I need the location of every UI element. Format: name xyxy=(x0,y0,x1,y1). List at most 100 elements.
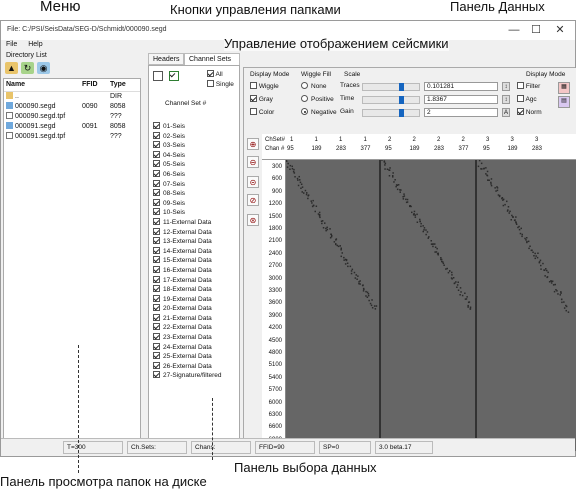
agc-option[interactable]: Agc xyxy=(517,95,537,103)
norm-checkbox[interactable] xyxy=(517,108,524,115)
channel-set-checkbox[interactable] xyxy=(153,313,160,321)
list-item[interactable]: 02-Seis xyxy=(153,131,239,142)
time-slider-thumb[interactable] xyxy=(399,96,404,104)
list-item[interactable]: 17-External Data xyxy=(153,275,239,286)
gain-value[interactable]: 2 xyxy=(424,108,498,117)
list-item[interactable]: 16-External Data xyxy=(153,265,239,276)
channel-set-checkbox[interactable] xyxy=(153,217,160,225)
color-checkbox[interactable] xyxy=(250,108,257,115)
channel-set-checkbox[interactable] xyxy=(153,237,160,245)
list-item[interactable]: 12-External Data xyxy=(153,227,239,238)
channel-set-checkbox[interactable] xyxy=(153,342,160,350)
list-item[interactable]: 24-External Data xyxy=(153,342,239,353)
tab-channel-sets[interactable]: Channel Sets xyxy=(184,53,240,65)
list-item[interactable]: 18-External Data xyxy=(153,285,239,295)
list-item[interactable]: 19-External Data xyxy=(153,294,239,305)
channel-set-checkbox[interactable] xyxy=(153,323,160,331)
column-name[interactable]: Name xyxy=(4,79,80,92)
column-type[interactable]: Type xyxy=(108,79,140,92)
menu-help[interactable]: Help xyxy=(28,41,42,48)
list-item[interactable]: 10-Seis xyxy=(153,208,239,218)
print-button[interactable]: ▤ xyxy=(558,96,570,108)
list-item[interactable]: 01-Seis xyxy=(153,122,239,132)
list-item[interactable]: 06-Seis xyxy=(153,169,239,180)
channel-set-checkbox[interactable] xyxy=(153,131,160,139)
seismic-plot[interactable] xyxy=(285,157,576,451)
channel-set-checkbox[interactable] xyxy=(153,208,160,216)
channel-set-checkbox[interactable] xyxy=(153,150,160,158)
norm-option[interactable]: Norm xyxy=(517,108,542,116)
fill-none-option[interactable]: None xyxy=(301,82,327,90)
list-item[interactable]: 08-Seis xyxy=(153,189,239,199)
fill-none-radio[interactable] xyxy=(301,82,308,89)
gain-step-button[interactable]: A xyxy=(502,108,510,117)
channel-set-checkbox[interactable] xyxy=(153,352,160,360)
list-item[interactable]: 13-External Data xyxy=(153,237,239,247)
channel-set-checkbox[interactable] xyxy=(153,304,160,312)
channel-set-checkbox[interactable] xyxy=(153,246,160,254)
list-item[interactable]: 14-External Data xyxy=(153,246,239,257)
gray-option[interactable]: Gray xyxy=(250,95,273,103)
fill-positive-option[interactable]: Positive xyxy=(301,95,334,103)
close-button[interactable]: ✕ xyxy=(551,23,569,37)
all-option[interactable]: All xyxy=(207,70,223,78)
all-checkbox[interactable] xyxy=(207,70,214,77)
gain-slider-thumb[interactable] xyxy=(399,109,404,117)
channel-set-checkbox[interactable] xyxy=(153,141,160,149)
channel-set-checkbox[interactable] xyxy=(153,189,160,197)
channel-set-checkbox[interactable] xyxy=(153,122,160,129)
table-row[interactable]: 000091.segd.tpf ??? xyxy=(4,131,140,141)
list-item[interactable]: 22-External Data xyxy=(153,323,239,333)
wiggle-option[interactable]: Wiggle xyxy=(250,82,279,90)
refresh-button[interactable]: ↻ xyxy=(21,62,34,74)
filter-checkbox[interactable] xyxy=(517,82,524,89)
agc-checkbox[interactable] xyxy=(517,95,524,102)
list-item[interactable]: 09-Seis xyxy=(153,198,239,209)
list-item[interactable]: 07-Seis xyxy=(153,179,239,190)
traces-slider[interactable] xyxy=(362,83,420,91)
table-row[interactable]: 000090.segd.tpf ??? xyxy=(4,111,140,121)
time-value[interactable]: 1.8367 xyxy=(424,95,498,104)
traces-slider-thumb[interactable] xyxy=(399,83,404,91)
color-option[interactable]: Color xyxy=(250,108,274,116)
list-item[interactable]: 23-External Data xyxy=(153,333,239,343)
select-none-button[interactable] xyxy=(153,71,163,81)
gray-checkbox[interactable] xyxy=(250,95,257,102)
list-item[interactable]: 15-External Data xyxy=(153,256,239,266)
channel-set-checkbox[interactable] xyxy=(153,256,160,264)
tab-headers[interactable]: Headers xyxy=(148,53,184,65)
table-row[interactable]: 000091.segd 0091 8058 xyxy=(4,121,140,131)
zoom-horizontal-button[interactable]: ⊝ xyxy=(247,176,259,188)
channel-set-checkbox[interactable] xyxy=(153,227,160,235)
time-slider[interactable] xyxy=(362,96,420,104)
channel-set-checkbox[interactable] xyxy=(153,285,160,293)
channel-set-checkbox[interactable] xyxy=(153,333,160,341)
fill-negative-option[interactable]: Negative xyxy=(301,108,337,116)
list-item[interactable]: 25-External Data xyxy=(153,352,239,362)
table-row[interactable]: .. DIR xyxy=(4,91,140,101)
list-item[interactable]: 05-Seis xyxy=(153,160,239,170)
maximize-button[interactable]: ☐ xyxy=(527,23,545,37)
channel-set-checkbox[interactable] xyxy=(153,160,160,168)
zoom-vertical-button[interactable]: ⊘ xyxy=(247,194,259,206)
channel-set-checkbox[interactable] xyxy=(153,275,160,283)
list-item[interactable]: 21-External Data xyxy=(153,313,239,324)
time-step-button[interactable]: ↕ xyxy=(502,95,510,104)
zoom-in-button[interactable]: ⊕ xyxy=(247,138,259,150)
fill-negative-radio[interactable] xyxy=(301,108,308,115)
fill-positive-radio[interactable] xyxy=(301,95,308,102)
list-item[interactable]: 26-External Data xyxy=(153,361,239,372)
menu-file[interactable]: File xyxy=(6,41,17,48)
channel-set-checkbox[interactable] xyxy=(153,294,160,302)
list-item[interactable]: 20-External Data xyxy=(153,304,239,314)
column-ffid[interactable]: FFID xyxy=(80,79,108,92)
table-row[interactable]: 000090.segd 0090 8058 xyxy=(4,101,140,111)
filter-option[interactable]: Filter xyxy=(517,82,540,90)
gain-slider[interactable] xyxy=(362,109,420,117)
folder-up-button[interactable]: ▲ xyxy=(5,62,18,74)
channel-set-checkbox[interactable] xyxy=(153,198,160,206)
channel-set-checkbox[interactable] xyxy=(153,169,160,177)
list-item[interactable]: 27-Signature/filtered xyxy=(153,371,239,381)
palette-button[interactable]: ▦ xyxy=(558,82,570,94)
single-checkbox[interactable] xyxy=(207,80,214,87)
